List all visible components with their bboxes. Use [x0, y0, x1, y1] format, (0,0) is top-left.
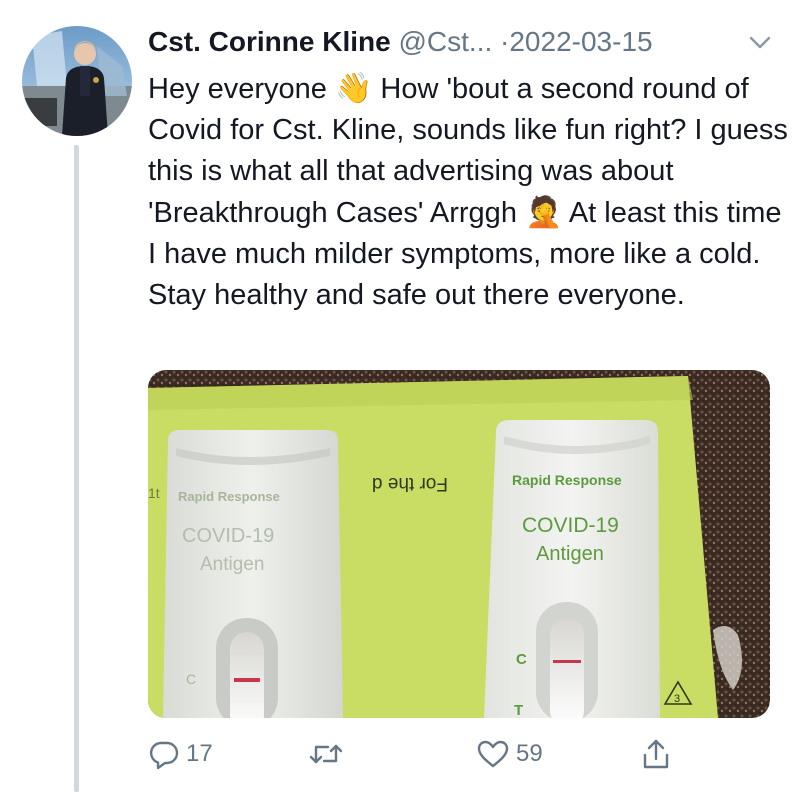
share-button[interactable] — [640, 732, 672, 776]
right-test-brand: Rapid Response — [512, 472, 622, 488]
retweet-button[interactable] — [308, 732, 350, 776]
left-test-cassette: Rapid Response COVID-19 Antigen C — [163, 430, 343, 718]
triangle-number: 3 — [674, 693, 680, 705]
thread-line — [74, 145, 79, 792]
like-button[interactable]: 59 — [476, 732, 543, 776]
left-control-line — [234, 678, 260, 682]
avatar[interactable] — [22, 26, 132, 136]
retweet-icon[interactable] — [308, 738, 344, 770]
reply-button[interactable]: 17 — [148, 732, 213, 776]
share-icon[interactable] — [640, 737, 672, 771]
like-count: 59 — [516, 740, 543, 767]
right-test-line2: Antigen — [536, 543, 604, 565]
tweet-header: Cst. Corinne Kline @Cst... ·2022-03-15 — [148, 24, 653, 60]
tweet-actions: 17 59 — [148, 732, 708, 776]
left-test-line2: Antigen — [200, 554, 264, 575]
reply-count: 17 — [186, 740, 213, 767]
left-test-brand: Rapid Response — [178, 489, 280, 504]
right-t-label: T — [514, 702, 523, 718]
right-c-label: C — [516, 651, 527, 668]
reply-icon[interactable] — [148, 738, 180, 770]
tweet-date[interactable]: 2022-03-15 — [509, 26, 652, 57]
waving-hand-emoji: 👋 — [335, 71, 373, 106]
box-text: For the d — [372, 473, 448, 494]
like-icon[interactable] — [476, 738, 510, 770]
separator-dot: · — [500, 26, 510, 57]
tweet-text-part: Hey everyone — [148, 73, 335, 105]
chevron-down-icon[interactable] — [748, 34, 772, 52]
left-c-label: C — [186, 671, 196, 687]
author-name[interactable]: Cst. Corinne Kline — [148, 26, 391, 57]
tweet-photo[interactable]: For the d 1t Rapid Response COVID-19 Ant… — [148, 370, 770, 718]
right-test-cassette: Rapid Response COVID-19 Antigen C T — [484, 420, 660, 718]
right-control-line — [553, 660, 581, 663]
right-test-line1: COVID-19 — [522, 514, 619, 537]
left-test-line1: COVID-19 — [182, 525, 274, 547]
author-handle[interactable]: @Cst... — [398, 26, 492, 57]
box-edge-text: 1t — [148, 485, 160, 501]
facepalm-emoji: 🤦 — [525, 195, 563, 230]
tweet-text: Hey everyone 👋 How 'bout a second round … — [148, 68, 788, 316]
tweet: Cst. Corinne Kline @Cst... ·2022-03-15 H… — [0, 0, 810, 792]
